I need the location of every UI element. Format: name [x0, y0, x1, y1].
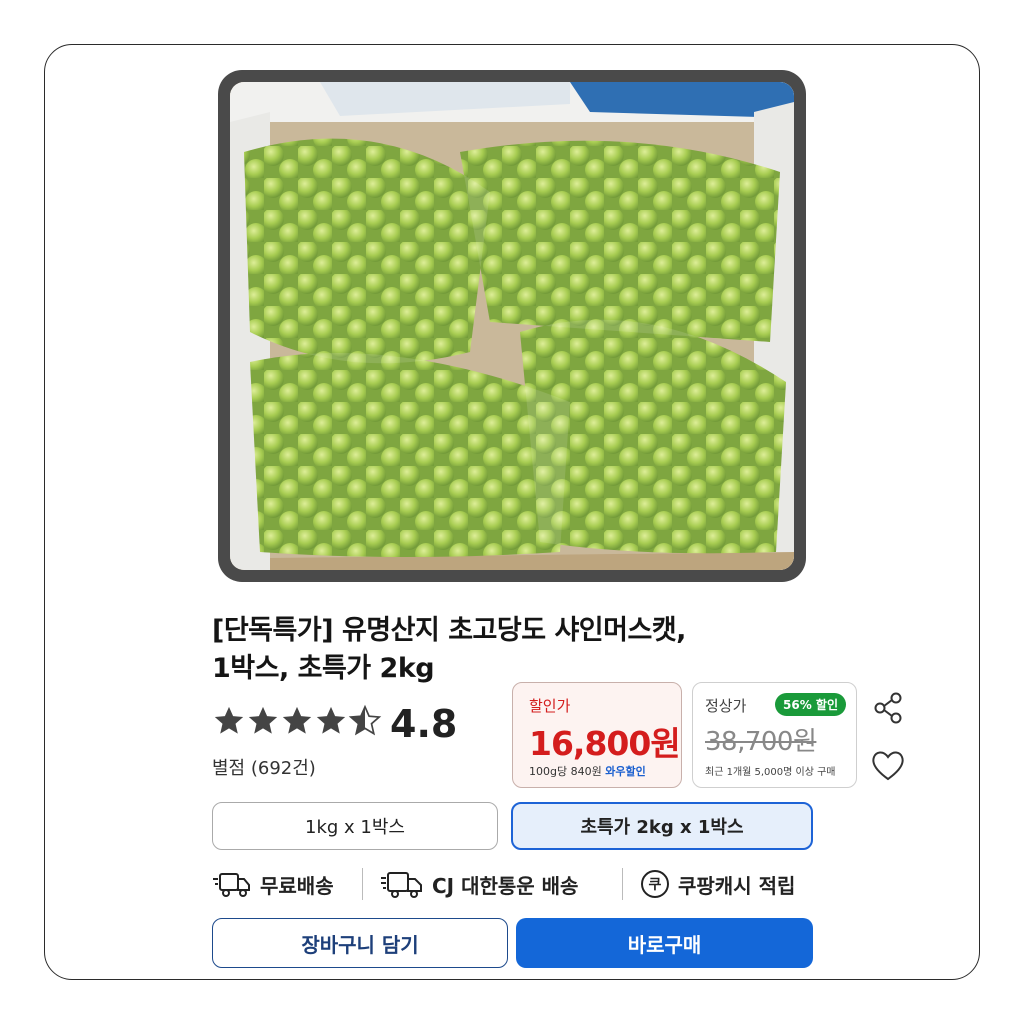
- carrier-shipping: CJ 대한통운 배송: [380, 864, 578, 904]
- discount-badge: 56% 할인: [775, 693, 846, 716]
- regular-price-label: 정상가: [705, 697, 747, 715]
- star-full-icon: [282, 706, 312, 734]
- product-image-frame[interactable]: [218, 70, 806, 582]
- svg-text:쿠: 쿠: [649, 877, 662, 893]
- grapes-photo: [230, 82, 794, 570]
- product-title: [단독특가] 유명산지 초고당도 샤인머스캣, 1박스, 초특가 2kg: [212, 612, 832, 688]
- star-full-icon: [248, 706, 278, 734]
- truck-icon: [213, 873, 250, 897]
- star-full-icon: [214, 706, 244, 734]
- regular-price: 38,700원: [705, 727, 817, 757]
- carrier-label: CJ 대한통운 배송: [432, 873, 579, 898]
- option-2kg-selected[interactable]: 초특가 2kg x 1박스: [511, 802, 813, 850]
- option-1kg[interactable]: 1kg x 1박스: [212, 802, 498, 850]
- free-shipping: 무료배송: [212, 864, 334, 904]
- star-full-icon: [316, 706, 346, 734]
- divider: [622, 868, 623, 900]
- coupang-cash: 쿠 쿠팡캐시 적립: [640, 864, 795, 904]
- star-half-icon: [348, 704, 382, 736]
- share-icon[interactable]: [870, 690, 906, 726]
- delivery-truck-icon: [381, 872, 422, 898]
- star-rating: [212, 704, 382, 738]
- divider: [362, 868, 363, 900]
- wow-discount-label: 와우할인: [605, 765, 646, 778]
- add-to-cart-button[interactable]: 장바구니 담기: [212, 918, 508, 968]
- sale-price-label: 할인가: [529, 697, 571, 715]
- heart-icon[interactable]: [870, 748, 906, 782]
- unit-price: 100g당 840원 와우할인: [529, 763, 646, 779]
- buy-now-button[interactable]: 바로구매: [516, 918, 813, 968]
- product-image[interactable]: [230, 82, 794, 570]
- coupang-cash-label: 쿠팡캐시 적립: [678, 873, 796, 898]
- review-count[interactable]: 별점 (692건): [212, 754, 316, 780]
- unit-price-text: 100g당 840원: [529, 765, 602, 778]
- free-shipping-label: 무료배송: [260, 873, 334, 898]
- sale-price-box: 할인가 16,800원 100g당 840원 와우할인: [512, 682, 682, 788]
- sale-price: 16,800원: [529, 724, 681, 763]
- regular-price-box: 정상가 56% 할인 38,700원 최근 1개월 5,000명 이상 구매: [692, 682, 857, 788]
- coupang-cash-icon: 쿠: [641, 870, 669, 898]
- rating-value: 4.8: [390, 702, 458, 746]
- product-title-line1: [단독특가] 유명산지 초고당도 샤인머스캣,: [212, 615, 686, 646]
- shipping-info-row: 무료배송 CJ 대한통운 배송 쿠 쿠팡캐시 적립: [212, 864, 822, 904]
- purchase-count-note: 최근 1개월 5,000명 이상 구매: [705, 767, 836, 778]
